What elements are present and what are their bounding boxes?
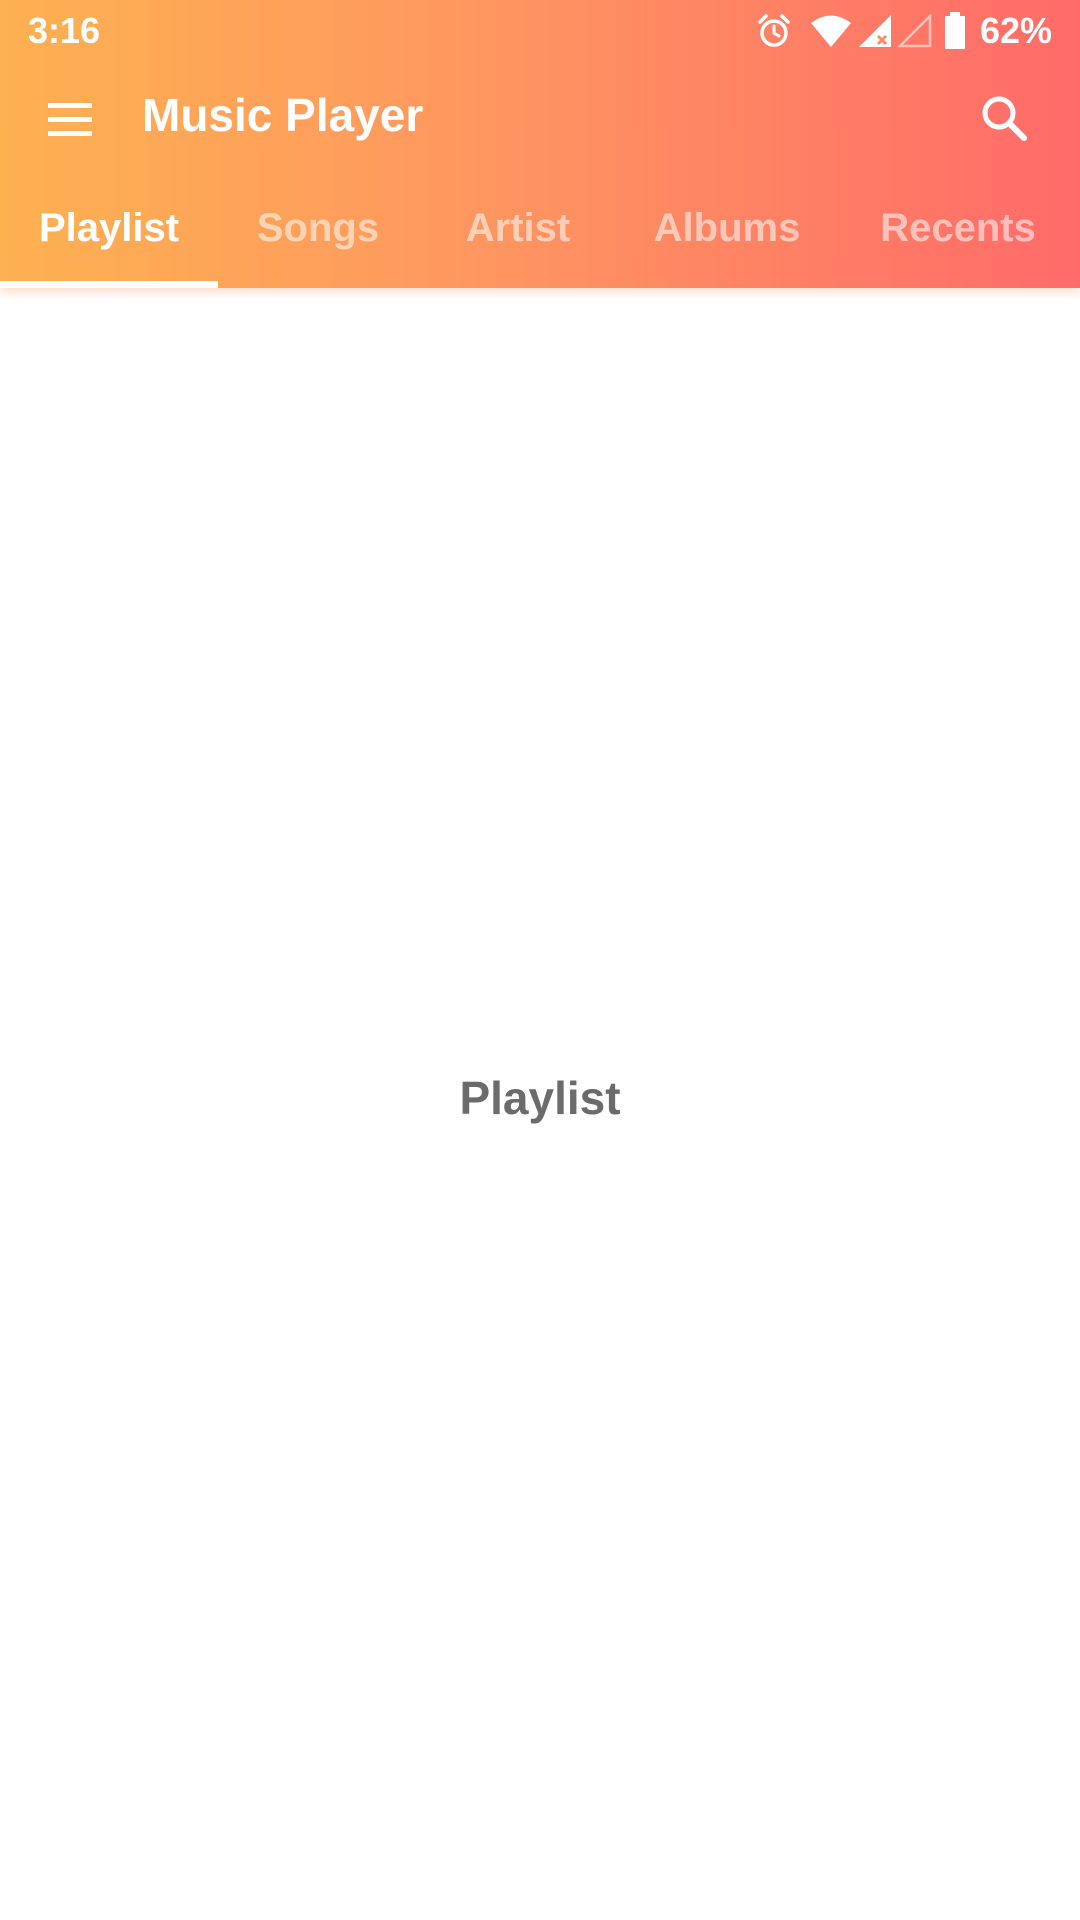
tab-indicator [0,281,218,288]
tab-bar: Playlist Songs Artist Albums Recents [0,168,1080,288]
signal-icon [859,15,891,47]
toolbar: Music Player [0,62,1080,182]
tab-artist[interactable]: Artist [418,168,618,288]
tab-playlist[interactable]: Playlist [0,168,218,288]
tab-albums[interactable]: Albums [618,168,836,288]
search-button[interactable] [970,84,1040,154]
content-placeholder: Playlist [459,1072,621,1124]
menu-button[interactable] [36,88,106,152]
search-icon [982,96,1027,141]
wifi-icon [811,15,851,47]
app-screen: 3:16 62% Music Player Playlist Songs Art… [0,0,1080,1920]
status-bar: 3:16 62% [0,0,1080,62]
signal-empty-icon [898,14,932,48]
tab-songs[interactable]: Songs [218,168,418,288]
playlist-content: Playlist [0,288,1080,1920]
tab-recents[interactable]: Recents [836,168,1080,288]
app-header: 3:16 62% Music Player Playlist Songs Art… [0,0,1080,288]
alarm-icon [758,14,790,47]
app-title: Music Player [142,89,424,141]
status-time: 3:16 [28,10,101,51]
battery-percent: 62% [979,10,1052,51]
status-icons: 62% [720,0,1080,62]
battery-icon [945,12,965,49]
